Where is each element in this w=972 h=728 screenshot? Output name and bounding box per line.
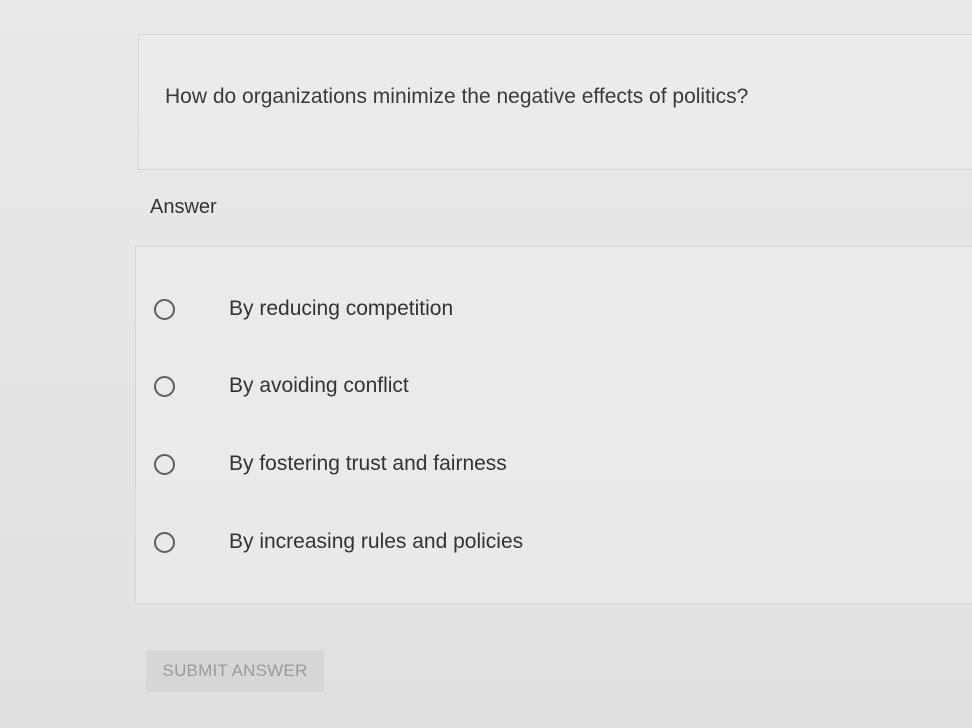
submit-answer-button[interactable]: SUBMIT ANSWER (146, 650, 324, 692)
radio-button[interactable] (154, 298, 175, 320)
option-increasing-rules[interactable]: By increasing rules and policies (154, 522, 523, 562)
option-fostering-trust[interactable]: By fostering trust and fairness (154, 444, 507, 484)
question-text: How do organizations minimize the negati… (165, 85, 749, 108)
radio-button[interactable] (154, 531, 175, 553)
radio-button[interactable] (154, 453, 175, 475)
option-avoiding-conflict[interactable]: By avoiding conflict (154, 366, 409, 406)
answer-heading: Answer (150, 196, 217, 218)
radio-button[interactable] (154, 375, 175, 397)
option-label: By increasing rules and policies (229, 530, 524, 553)
option-label: By reducing competition (229, 297, 454, 320)
option-reducing-competition[interactable]: By reducing competition (154, 289, 453, 329)
option-label: By avoiding conflict (229, 374, 409, 397)
answer-options: By reducing competition By avoiding conf… (135, 246, 972, 604)
question-card: How do organizations minimize the negati… (138, 34, 972, 170)
option-label: By fostering trust and fairness (229, 452, 507, 475)
